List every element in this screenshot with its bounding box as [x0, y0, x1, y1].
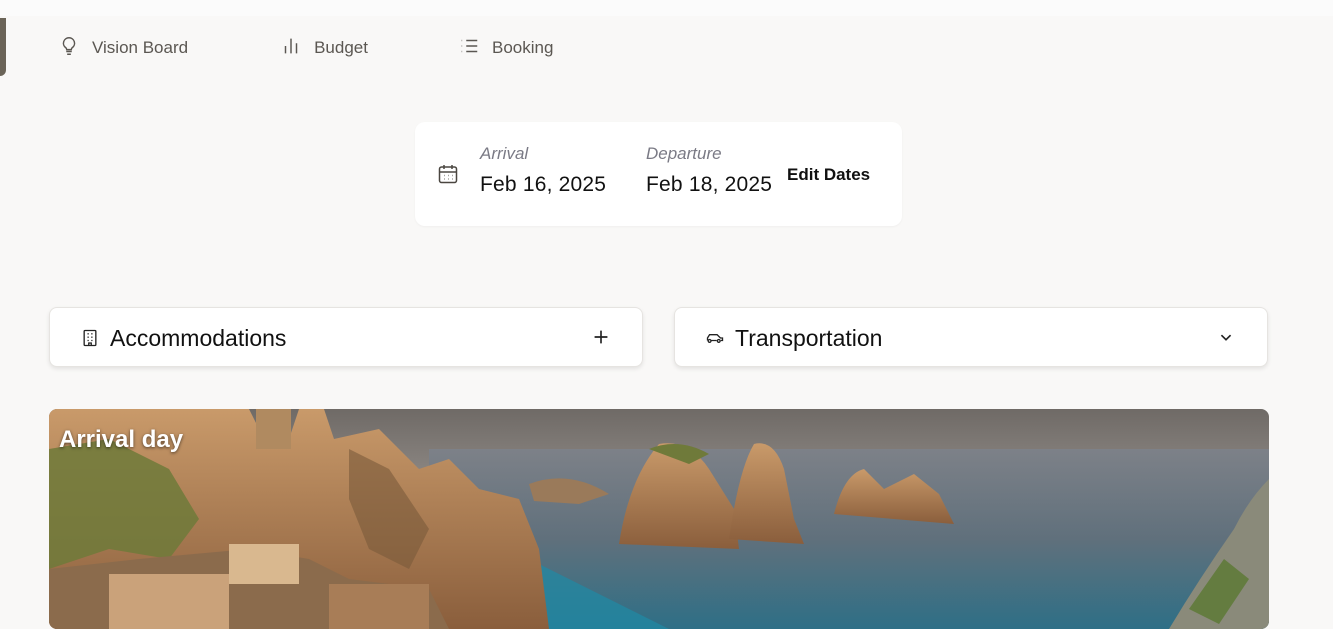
- transportation-title: Transportation: [735, 325, 883, 351]
- lightbulb-icon: [58, 35, 80, 62]
- coastline-photo: [49, 409, 1269, 629]
- nav-vision-board[interactable]: Vision Board: [58, 35, 188, 62]
- departure-date: Feb 18, 2025: [646, 173, 773, 196]
- arrival-date: Feb 16, 2025: [480, 173, 607, 196]
- departure-label: Departure: [646, 144, 722, 163]
- calendar-icon: [436, 162, 460, 186]
- accommodations-title: Accommodations: [110, 325, 287, 351]
- chevron-down-icon[interactable]: [1215, 326, 1237, 348]
- accommodations-panel[interactable]: Accommodations: [49, 307, 643, 367]
- arrival-label: Arrival: [480, 144, 529, 163]
- transportation-panel[interactable]: Transportation: [674, 307, 1268, 367]
- departure-block: Departure Feb 18, 2025: [646, 144, 772, 197]
- arrival-block: Arrival Feb 16, 2025: [480, 144, 606, 197]
- top-strip: [0, 0, 1333, 16]
- nav-label: Vision Board: [92, 38, 189, 57]
- nav-budget[interactable]: Budget: [280, 35, 368, 62]
- trip-dates-card: Arrival Feb 16, 2025 Departure Feb 18, 2…: [415, 122, 902, 226]
- plus-icon[interactable]: [590, 326, 612, 348]
- nav-label: Booking: [491, 38, 554, 57]
- building-icon: [80, 328, 100, 348]
- arrival-day-hero[interactable]: Arrival day: [49, 409, 1269, 629]
- car-icon: [705, 328, 725, 348]
- hero-title: Arrival day: [59, 426, 184, 453]
- nav-label: Budget: [314, 38, 368, 57]
- list-icon: [458, 35, 480, 62]
- bar-chart-icon: [280, 35, 302, 62]
- sidebar-edge[interactable]: [0, 18, 6, 76]
- nav-booking[interactable]: Booking: [458, 35, 553, 62]
- top-nav: Vision Board Budget Booking: [58, 30, 553, 66]
- edit-dates-button[interactable]: Edit Dates: [787, 165, 870, 185]
